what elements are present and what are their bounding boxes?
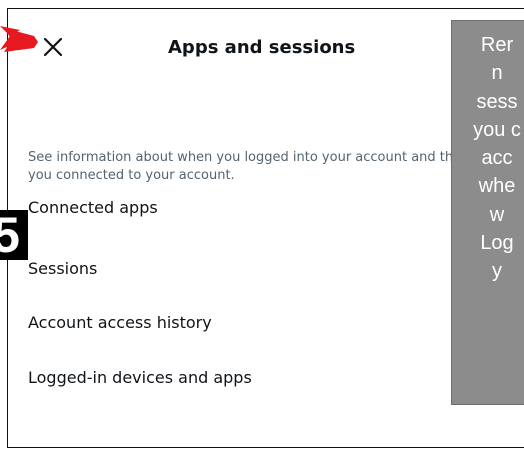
step-number: 5 bbox=[0, 210, 20, 260]
instruction-panel: Rer n sess you c acc whe w Log y bbox=[451, 20, 524, 405]
instruction-line: Log bbox=[480, 232, 514, 255]
step-number-badge: 5 bbox=[0, 210, 28, 260]
instruction-line: you c bbox=[473, 118, 521, 141]
description-line: you connected to your account. bbox=[28, 168, 235, 183]
instruction-text: Rer n sess you c acc whe w Log y bbox=[452, 31, 524, 286]
instruction-line: acc bbox=[481, 147, 513, 170]
page-title: Apps and sessions bbox=[168, 37, 356, 58]
red-arrow-icon bbox=[0, 26, 38, 52]
menu-item-connected-apps[interactable]: Connected apps bbox=[28, 193, 498, 223]
instruction-line: y bbox=[492, 260, 502, 283]
menu-item-sessions[interactable]: Sessions bbox=[28, 254, 498, 284]
instruction-line: whe bbox=[478, 175, 516, 198]
instruction-line: n bbox=[491, 62, 503, 85]
close-icon bbox=[43, 37, 63, 57]
instruction-line: w bbox=[489, 203, 505, 226]
instruction-line: sess bbox=[476, 90, 518, 113]
menu-item-logged-in-devices[interactable]: Logged-in devices and apps bbox=[28, 363, 498, 393]
page-description: See information about when you logged in… bbox=[28, 149, 498, 185]
instruction-line: Rer bbox=[480, 34, 514, 56]
menu-item-account-access-history[interactable]: Account access history bbox=[28, 308, 498, 338]
description-line: See information about when you logged in… bbox=[28, 150, 454, 165]
apps-and-sessions-panel: Apps and sessions See information about … bbox=[7, 8, 524, 448]
close-button[interactable] bbox=[39, 33, 67, 61]
